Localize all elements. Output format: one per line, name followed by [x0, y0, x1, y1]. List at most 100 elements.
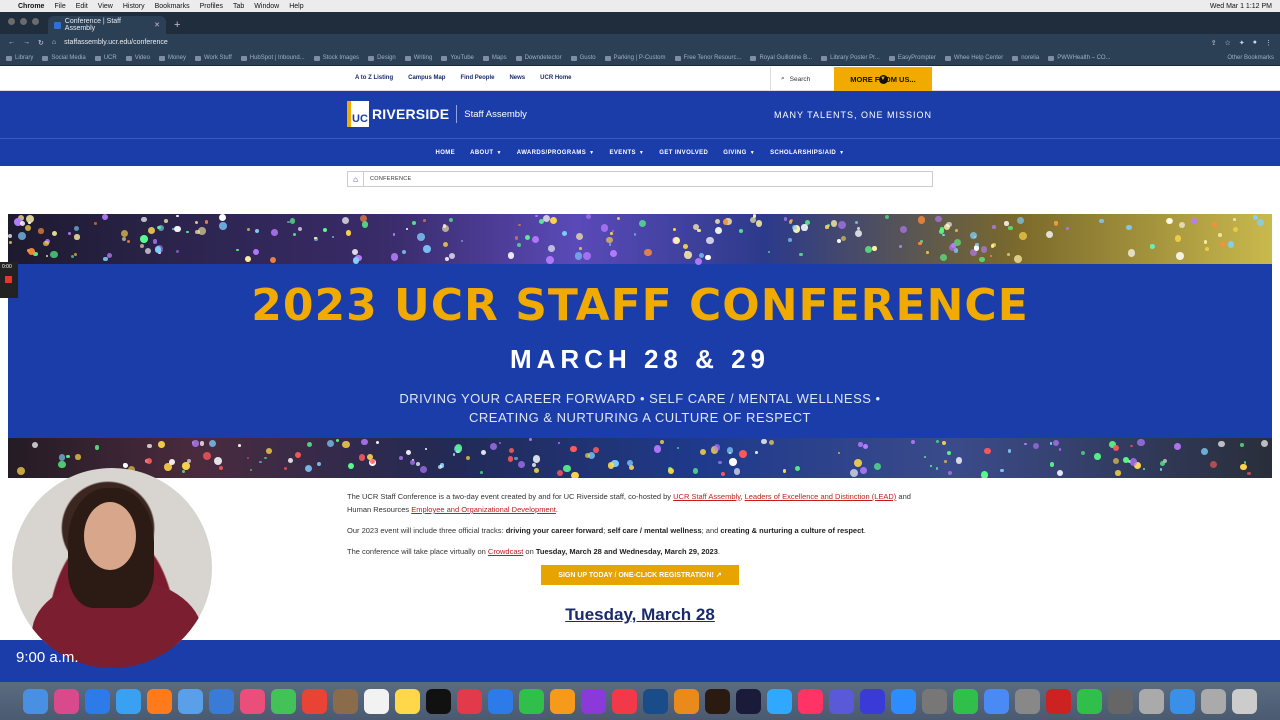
forward-icon[interactable]: → [23, 39, 30, 46]
utility-link-campus-map[interactable]: Campus Map [408, 75, 445, 81]
link-crowdcast[interactable]: Crowdcast [488, 547, 523, 556]
menubar-clock[interactable]: Wed Mar 1 1:12 PM [1210, 3, 1272, 10]
dock-app-icon[interactable] [85, 688, 110, 714]
dock-app-icon[interactable] [178, 688, 203, 714]
bookmark-item[interactable]: Stock Images [313, 55, 359, 61]
bookmark-item[interactable]: Gusto [570, 55, 596, 61]
back-icon[interactable]: ← [8, 39, 15, 46]
share-icon[interactable]: ⇪ [1211, 39, 1217, 47]
dock-app-icon[interactable] [829, 688, 854, 714]
home-icon[interactable]: ⌂ [52, 39, 56, 46]
bookmark-item[interactable]: Whee Help Center [944, 55, 1003, 61]
link-eod[interactable]: Employee and Organizational Development [411, 505, 556, 514]
dock-app-icon[interactable] [240, 688, 265, 714]
dock-app-icon[interactable] [457, 688, 482, 714]
site-search-button[interactable]: ⌕ Search [770, 67, 834, 91]
nav-item-scholarships-aid[interactable]: SCHOLARSHIPS/AID ▼ [770, 150, 844, 156]
record-stop-icon[interactable] [5, 276, 12, 283]
dock-app-icon[interactable] [1108, 688, 1133, 714]
dock-app-icon[interactable] [1170, 688, 1195, 714]
dock-app-icon[interactable] [984, 688, 1009, 714]
dock-app-icon[interactable] [550, 688, 575, 714]
utility-link-a-to-z[interactable]: A to Z Listing [355, 75, 393, 81]
other-bookmarks[interactable]: Other Bookmarks [1227, 55, 1274, 61]
dock-app-icon[interactable] [302, 688, 327, 714]
nav-item-home[interactable]: HOME [435, 150, 455, 156]
menubar-item-help[interactable]: Help [289, 3, 303, 10]
browser-menu-icon[interactable]: ⋮ [1265, 39, 1272, 47]
menubar-app-name[interactable]: Chrome [18, 3, 44, 10]
nav-item-awards-programs[interactable]: AWARDS/PROGRAMS ▼ [517, 150, 595, 156]
dock-app-icon[interactable] [116, 688, 141, 714]
menubar-item-profiles[interactable]: Profiles [200, 3, 223, 10]
dock-app-icon[interactable] [767, 688, 792, 714]
bookmark-item[interactable]: norelia [1012, 55, 1039, 61]
bookmark-item[interactable]: Royal Guillotine B... [750, 55, 812, 61]
dock-app-icon[interactable] [395, 688, 420, 714]
utility-link-ucr-home[interactable]: UCR Home [540, 75, 571, 81]
dock-app-icon[interactable] [581, 688, 606, 714]
bookmark-star-icon[interactable]: ☆ [1225, 39, 1231, 47]
dock-app-icon[interactable] [426, 688, 451, 714]
bookmark-item[interactable]: Work Stuff [194, 55, 232, 61]
bookmark-item[interactable]: Writing [404, 55, 432, 61]
dock-app-icon[interactable] [1232, 688, 1257, 714]
dock-app-icon[interactable] [1015, 688, 1040, 714]
menubar-item-view[interactable]: View [98, 3, 113, 10]
new-tab-icon[interactable]: + [174, 19, 180, 31]
recording-indicator[interactable]: 0:00 [0, 262, 18, 298]
link-ucr-staff-assembly[interactable]: UCR Staff Assembly [673, 492, 740, 501]
nav-item-events[interactable]: EVENTS ▼ [610, 150, 645, 156]
bookmark-item[interactable]: EasyPrompter [888, 55, 936, 61]
profile-avatar[interactable]: ● [1253, 39, 1257, 47]
nav-item-get-involved[interactable]: GET INVOLVED [659, 150, 708, 156]
bookmark-item[interactable]: Parking | P-Custom [604, 55, 666, 61]
dock-app-icon[interactable] [1201, 688, 1226, 714]
dock-app-icon[interactable] [705, 688, 730, 714]
menubar-item-file[interactable]: File [54, 3, 65, 10]
dock-app-icon[interactable] [953, 688, 978, 714]
dock-app-icon[interactable] [798, 688, 823, 714]
link-lead[interactable]: Leaders of Excellence and Distinction (L… [745, 492, 897, 501]
more-from-us-button[interactable]: MORE FROM US... ▼ [834, 67, 932, 91]
dock-app-icon[interactable] [643, 688, 668, 714]
bookmark-item[interactable]: Library Poster Pr... [821, 55, 880, 61]
url-field[interactable]: staffassembly.ucr.edu/conference [64, 39, 168, 46]
dock-app-icon[interactable] [612, 688, 637, 714]
dock-app-icon[interactable] [23, 688, 48, 714]
dock-app-icon[interactable] [1046, 688, 1071, 714]
close-tab-icon[interactable]: ✕ [154, 21, 160, 29]
dock-app-icon[interactable] [488, 688, 513, 714]
bookmark-item[interactable]: PWWHealth – CO... [1048, 55, 1111, 61]
dock-app-icon[interactable] [54, 688, 79, 714]
dock-app-icon[interactable] [271, 688, 296, 714]
dock-app-icon[interactable] [736, 688, 761, 714]
bookmark-item[interactable]: Social Media [42, 55, 86, 61]
menubar-item-edit[interactable]: Edit [76, 3, 88, 10]
window-controls[interactable] [8, 18, 39, 25]
reload-icon[interactable]: ↻ [38, 39, 44, 47]
bookmark-item[interactable]: YouTube [441, 55, 474, 61]
utility-link-find-people[interactable]: Find People [460, 75, 494, 81]
bookmark-item[interactable]: Maps [482, 55, 507, 61]
dock-app-icon[interactable] [333, 688, 358, 714]
dock-app-icon[interactable] [860, 688, 885, 714]
dock-app-icon[interactable] [891, 688, 916, 714]
menubar-item-tab[interactable]: Tab [233, 3, 244, 10]
dock-app-icon[interactable] [519, 688, 544, 714]
bookmark-item[interactable]: Video [125, 55, 150, 61]
bookmark-item[interactable]: Design [368, 55, 396, 61]
bookmark-item[interactable]: Library [6, 55, 33, 61]
dock-app-icon[interactable] [674, 688, 699, 714]
utility-link-news[interactable]: News [509, 75, 525, 81]
nav-item-giving[interactable]: GIVING ▼ [723, 150, 755, 156]
dock-app-icon[interactable] [1139, 688, 1164, 714]
bookmark-item[interactable]: UCR [94, 55, 117, 61]
menubar-item-bookmarks[interactable]: Bookmarks [155, 3, 190, 10]
nav-item-about[interactable]: ABOUT ▼ [470, 150, 502, 156]
bookmark-item[interactable]: HubSpot | Inbound... [240, 55, 305, 61]
dock-app-icon[interactable] [1077, 688, 1102, 714]
bookmark-item[interactable]: Free Tenor Resourc... [674, 55, 741, 61]
ucr-logo[interactable]: UC RIVERSIDE Staff Assembly [347, 101, 527, 127]
menubar-item-window[interactable]: Window [254, 3, 279, 10]
